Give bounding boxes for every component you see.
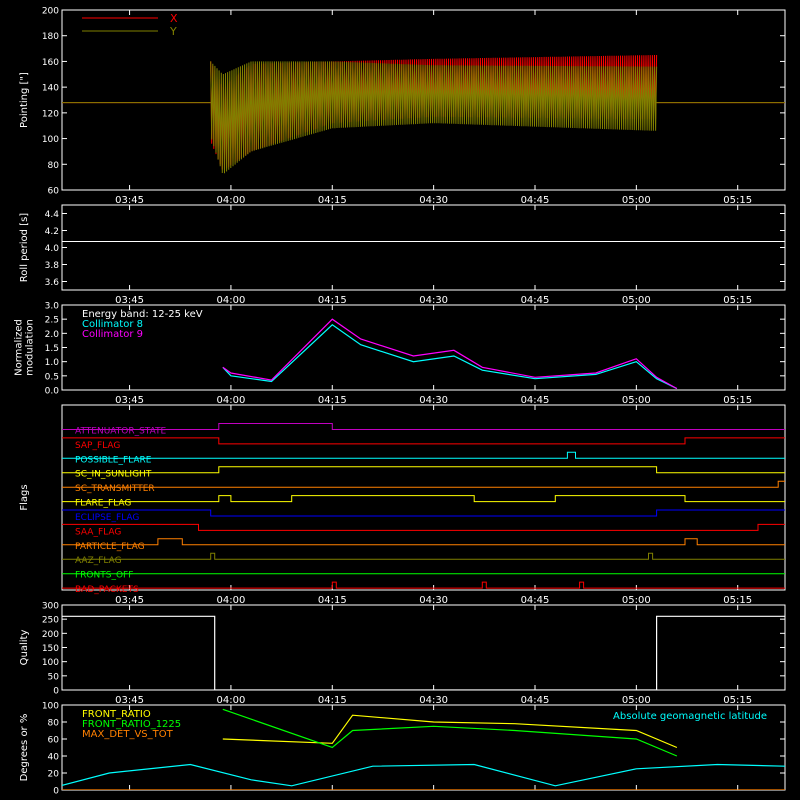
modulation-xtick-label: 04:45 — [521, 395, 550, 406]
flag-label-bad-packets: BAD_PACKETS — [75, 585, 139, 595]
ratios-ytick-label: 80 — [48, 719, 60, 729]
pointing-ytick-label: 60 — [48, 187, 60, 197]
quality-xtick-label: 04:30 — [419, 695, 448, 706]
modulation-xtick-label: 05:00 — [622, 395, 651, 406]
pointing-xtick-label: 04:30 — [419, 195, 448, 206]
ratios-ytick-label: 100 — [42, 702, 59, 712]
modulation-xtick-label: 04:30 — [419, 395, 448, 406]
roll-ylabel: Roll period [s] — [19, 213, 30, 282]
roll-ytick-label: 3.8 — [45, 261, 60, 271]
flag-label-fronts-off: FRONTS_OFF — [75, 571, 133, 581]
roll-xtick-label: 03:45 — [115, 295, 144, 306]
modulation-xtick-label: 04:15 — [318, 395, 347, 406]
pointing-xtick-label: 05:00 — [622, 195, 651, 206]
modulation-ytick-label: 3.0 — [45, 302, 60, 312]
pointing-ytick-label: 120 — [42, 109, 59, 119]
pointing-ylabel: Pointing ["] — [19, 72, 30, 128]
flags-xtick-label: 04:45 — [521, 595, 550, 606]
quality-xtick-label: 03:45 — [115, 695, 144, 706]
roll-xtick-label: 05:15 — [723, 295, 752, 306]
flags-xtick-label: 05:00 — [622, 595, 651, 606]
quality-ytick-label: 200 — [42, 630, 59, 640]
quality-ytick-label: 300 — [42, 602, 59, 612]
pointing-ytick-label: 160 — [42, 58, 59, 68]
pointing-ytick-label: 100 — [42, 135, 59, 145]
annotation-geomagnetic-latitude: Absolute geomagnetic latitude — [613, 711, 767, 722]
modulation-ytick-label: 0.5 — [45, 372, 59, 382]
flag-label-particle-flag: PARTICLE_FLAG — [75, 542, 145, 552]
pointing-ytick-label: 180 — [42, 32, 59, 42]
legend-label-y: Y — [169, 25, 177, 38]
ratios-ytick-label: 0 — [53, 787, 59, 797]
flag-label-sc-transmitter: SC_TRANSMITTER — [75, 484, 155, 494]
roll-xtick-label: 04:30 — [419, 295, 448, 306]
pointing-ytick-label: 140 — [42, 84, 59, 94]
flag-label-aaz-flag: AAZ_FLAG — [75, 556, 122, 566]
roll-xtick-label: 04:00 — [217, 295, 246, 306]
modulation-ytick-label: 2.0 — [45, 330, 60, 340]
quality-ytick-label: 100 — [42, 658, 59, 668]
legend-label-x: X — [170, 12, 178, 25]
legend-collimator-9: Collimator 9 — [82, 329, 143, 340]
roll-ytick-label: 4.2 — [45, 227, 59, 237]
quality-ytick-label: 250 — [42, 616, 59, 626]
legend-max-det-vs-tot: MAX_DET_VS_TOT — [82, 729, 174, 740]
pointing-xtick-label: 05:15 — [723, 195, 752, 206]
flag-label-possible-flare: POSSIBLE_FLARE — [75, 455, 152, 465]
flag-label-sc-in-sunlight: SC_IN_SUNLIGHT — [75, 470, 152, 480]
pointing-ytick-label: 80 — [48, 161, 60, 171]
flag-label-attenuator-state: ATTENUATOR_STATE — [75, 426, 167, 436]
quality-xtick-label: 04:00 — [217, 695, 246, 706]
pointing-xtick-label: 04:15 — [318, 195, 347, 206]
flags-xtick-label: 04:00 — [217, 595, 246, 606]
quality-xtick-label: 05:00 — [622, 695, 651, 706]
pointing-xtick-label: 04:45 — [521, 195, 550, 206]
ratios-ylabel: Degrees or % — [19, 714, 30, 782]
modulation-ytick-label: 1.5 — [45, 344, 59, 354]
ratios-ytick-label: 40 — [48, 753, 60, 763]
pointing-xtick-label: 03:45 — [115, 195, 144, 206]
quality-ytick-label: 0 — [53, 687, 59, 697]
modulation-ytick-label: 0.0 — [45, 387, 60, 397]
ratios-ytick-label: 20 — [48, 770, 60, 780]
roll-xtick-label: 05:00 — [622, 295, 651, 306]
modulation-ytick-label: 2.5 — [45, 316, 59, 326]
flag-label-sap-flag: SAP_FLAG — [75, 441, 120, 451]
flags-xtick-label: 04:30 — [419, 595, 448, 606]
flags-xtick-label: 04:15 — [318, 595, 347, 606]
modulation-ylabel: Normalized — [14, 319, 25, 376]
roll-xtick-label: 04:15 — [318, 295, 347, 306]
roll-ytick-label: 3.6 — [45, 278, 60, 288]
stix-quicklook-figure: 03:45 04:00 04:15 04:30 04:45 05:00 05:15 60 80 1… — [0, 0, 800, 800]
modulation-ytick-label: 1.0 — [45, 358, 60, 368]
roll-xtick-label: 04:45 — [521, 295, 550, 306]
flags-ylabel: Flags — [19, 484, 30, 510]
quality-xtick-label: 04:45 — [521, 695, 550, 706]
pointing-xtick-label: 04:00 — [217, 195, 246, 206]
modulation-xtick-label: 05:15 — [723, 395, 752, 406]
quality-xtick-label: 04:15 — [318, 695, 347, 706]
modulation-xtick-label: 04:00 — [217, 395, 246, 406]
quality-ytick-label: 150 — [42, 644, 59, 654]
roll-ytick-label: 4.4 — [45, 210, 60, 220]
flag-label-saa-flag: SAA_FLAG — [75, 527, 121, 537]
flag-label-flare-flag: FLARE_FLAG — [75, 499, 131, 509]
quality-ylabel: Quality — [19, 630, 30, 666]
quality-ytick-label: 50 — [48, 672, 60, 682]
pointing-ytick-label: 200 — [42, 7, 59, 17]
modulation-ylabel: modulation — [25, 319, 36, 376]
ratios-ytick-label: 60 — [48, 736, 60, 746]
flags-xtick-label: 03:45 — [115, 595, 144, 606]
quality-xtick-label: 05:15 — [723, 695, 752, 706]
modulation-xtick-label: 03:45 — [115, 395, 144, 406]
flag-label-eclipse-flag: ECLIPSE_FLAG — [75, 513, 139, 523]
flags-xtick-label: 05:15 — [723, 595, 752, 606]
roll-ytick-label: 4.0 — [45, 244, 60, 254]
